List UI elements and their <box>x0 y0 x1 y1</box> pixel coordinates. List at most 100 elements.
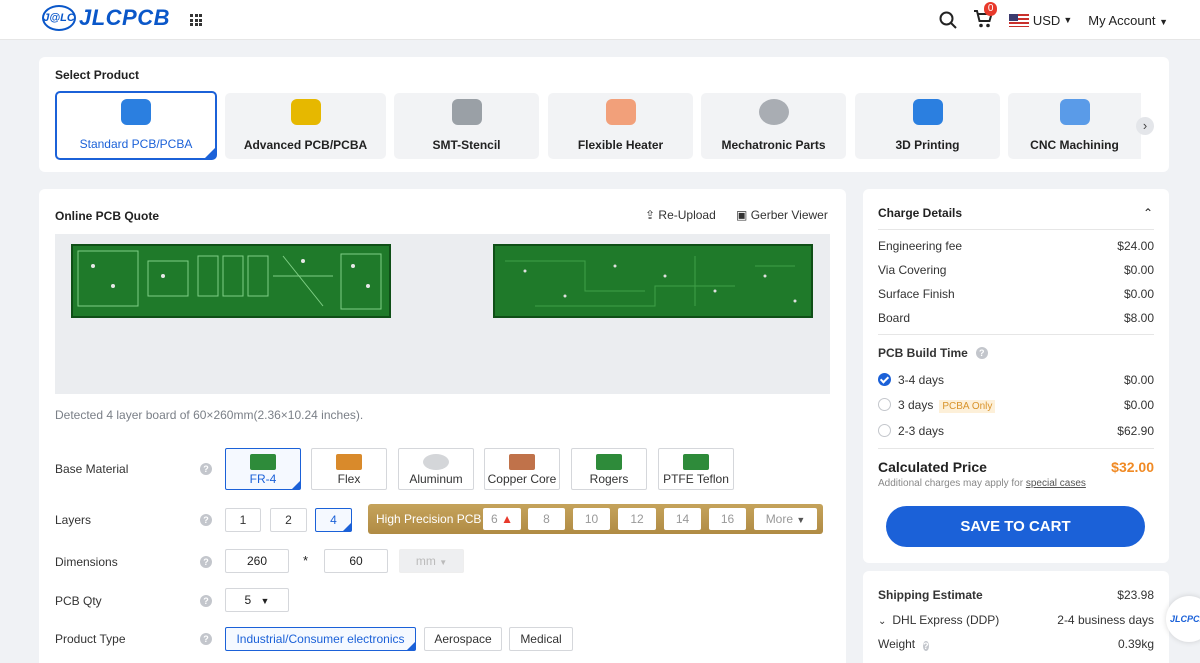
product-type-medical[interactable]: Medical <box>509 627 573 651</box>
additional-text: Additional charges may apply for <box>878 478 1024 489</box>
product-smt-stencil[interactable]: SMT-Stencil <box>394 93 539 159</box>
help-icon[interactable]: ? <box>975 347 988 359</box>
nut-icon <box>758 99 789 125</box>
product-standard-pcb[interactable]: Standard PCB/PCBA <box>55 91 217 160</box>
apps-grid-icon[interactable] <box>190 14 202 26</box>
cart-button[interactable]: 0 <box>973 1 998 31</box>
chevron-down-icon: ▼ <box>1063 15 1073 25</box>
product-flexible-heater[interactable]: Flexible Heater <box>548 93 693 159</box>
shipping-method-row[interactable]: ⌄ DHL Express (DDP) 2-4 business days <box>878 613 1154 627</box>
jlcpcb-chat-float-button[interactable]: JLCPCB <box>1166 596 1200 642</box>
radio-icon[interactable] <box>878 424 891 437</box>
qty-value: 5 <box>244 593 252 607</box>
help-icon[interactable]: ? <box>923 641 929 651</box>
more-label: More <box>765 512 794 526</box>
material-copper-core[interactable]: Copper Core <box>484 448 560 490</box>
chevron-up-icon[interactable]: ⌃ <box>1143 206 1153 220</box>
copper-board-icon <box>509 454 535 470</box>
layer-option-8[interactable]: 8 <box>528 508 565 530</box>
high-precision-label: High Precision PCB <box>376 512 482 526</box>
dimension-separator: * <box>303 553 309 568</box>
charge-row: Engineering fee $24.00 <box>878 239 1154 253</box>
account-label: My Account <box>1088 12 1156 28</box>
aluminum-board-icon <box>423 454 449 470</box>
help-icon[interactable]: ? <box>200 514 212 526</box>
weight-value: 0.39kg <box>1117 637 1154 651</box>
additional-charges-note: Additional charges may apply for special… <box>878 478 1086 489</box>
charge-details-card: Charge Details ⌃ Engineering fee $24.00 V… <box>863 189 1169 563</box>
help-icon[interactable]: ? <box>200 463 212 475</box>
pcba-only-badge: PCBA Only <box>939 400 996 413</box>
charge-value: $0.00 <box>1123 287 1154 301</box>
material-flex[interactable]: Flex <box>311 448 387 490</box>
jlcpcb-logo[interactable]: J@LC JLCPCB <box>42 5 170 31</box>
product-mechatronic-parts[interactable]: Mechatronic Parts <box>701 93 846 159</box>
build-time-option-2-3-days[interactable]: 2-3 days $62.90 <box>878 424 1154 438</box>
charge-label: Surface Finish <box>878 287 955 301</box>
save-to-cart-button[interactable]: SAVE TO CART <box>886 506 1145 547</box>
rogers-board-icon <box>596 454 622 470</box>
material-fr4[interactable]: FR-4 <box>225 448 301 490</box>
build-time-value: $0.00 <box>1123 373 1154 387</box>
shipping-days: 2-4 business days <box>1057 613 1154 627</box>
layer-option-1[interactable]: 1 <box>225 508 261 532</box>
dimension-height-input[interactable]: 60 <box>324 549 388 573</box>
dimension-width-input[interactable]: 260 <box>225 549 289 573</box>
material-rogers[interactable]: Rogers <box>571 448 647 490</box>
layer-option-16[interactable]: 16 <box>709 508 746 530</box>
logo-text: JLCPCB <box>79 5 171 30</box>
build-time-option-3-4-days[interactable]: 3-4 days $0.00 <box>878 373 1154 387</box>
reupload-button[interactable]: ⇪ Re-Upload <box>645 208 716 222</box>
reupload-label: Re-Upload <box>658 208 716 222</box>
material-label: Rogers <box>589 472 629 486</box>
product-label: CNC Machining <box>1030 138 1119 152</box>
3d-print-icon <box>912 99 943 125</box>
build-time-label: 3 days <box>898 398 934 412</box>
pcb-qty-label: PCB Qty <box>55 594 102 608</box>
weight-label: Weight <box>878 637 916 651</box>
charge-label: Engineering fee <box>878 239 963 253</box>
unit-label: mm <box>415 554 436 568</box>
charge-value: $0.00 <box>1123 263 1154 277</box>
product-3d-printing[interactable]: 3D Printing <box>855 93 1000 159</box>
charge-label: Board <box>878 311 911 325</box>
select-product-title: Select Product <box>55 68 140 82</box>
product-advanced-pcb[interactable]: Advanced PCB/PCBA <box>225 93 386 159</box>
currency-selector[interactable]: USD ▼ <box>1008 12 1073 28</box>
radio-icon[interactable] <box>878 398 891 411</box>
chevron-right-icon[interactable]: › <box>1136 117 1154 135</box>
divider <box>878 334 1154 335</box>
top-header: J@LC JLCPCB 0 USD ▼ My Account ▼ <box>0 0 1200 40</box>
search-icon[interactable] <box>939 11 957 29</box>
gerber-viewer-button[interactable]: ▣ Gerber Viewer <box>736 208 828 222</box>
layer-option-12[interactable]: 12 <box>618 508 656 530</box>
layer-option-6[interactable]: 6 ▲ <box>483 508 521 530</box>
help-icon[interactable]: ? <box>200 595 212 607</box>
shipping-estimate-card: Shipping Estimate $23.98 ⌄ DHL Express (DD… <box>863 571 1169 663</box>
help-icon[interactable]: ? <box>200 556 212 568</box>
material-aluminum[interactable]: Aluminum <box>398 448 474 490</box>
layer-option-2[interactable]: 2 <box>270 508 307 532</box>
viewer-icon: ▣ <box>736 208 748 222</box>
radio-checked-icon[interactable] <box>878 373 891 386</box>
build-time-value: $0.00 <box>1123 398 1154 412</box>
special-cases-link[interactable]: special cases <box>1026 478 1086 489</box>
product-type-industrial[interactable]: Industrial/Consumer electronics <box>225 627 416 651</box>
help-icon[interactable]: ? <box>200 633 212 645</box>
charge-value: $8.00 <box>1123 311 1154 325</box>
charge-details-title: Charge Details <box>878 206 963 220</box>
layer-option-10[interactable]: 10 <box>573 508 610 530</box>
unit-select[interactable]: mm ▼ <box>399 549 464 573</box>
pcb-qty-select[interactable]: 5 ▼ <box>225 588 289 612</box>
more-layers-dropdown[interactable]: More ▼ <box>754 508 817 530</box>
material-ptfe-teflon[interactable]: PTFE Teflon <box>658 448 734 490</box>
build-time-option-3-days[interactable]: 3 days PCBA Only $0.00 <box>878 398 1154 413</box>
product-cnc-machining[interactable]: CNC Machining <box>1008 93 1141 159</box>
layer-option-14[interactable]: 14 <box>664 508 701 530</box>
fr4-board-icon <box>250 454 276 470</box>
layer-option-4[interactable]: 4 <box>315 508 352 532</box>
currency-label: USD <box>1032 12 1061 28</box>
my-account-menu[interactable]: My Account ▼ <box>1088 13 1168 28</box>
product-type-aerospace[interactable]: Aerospace <box>424 627 502 651</box>
us-flag-icon <box>1008 13 1029 27</box>
